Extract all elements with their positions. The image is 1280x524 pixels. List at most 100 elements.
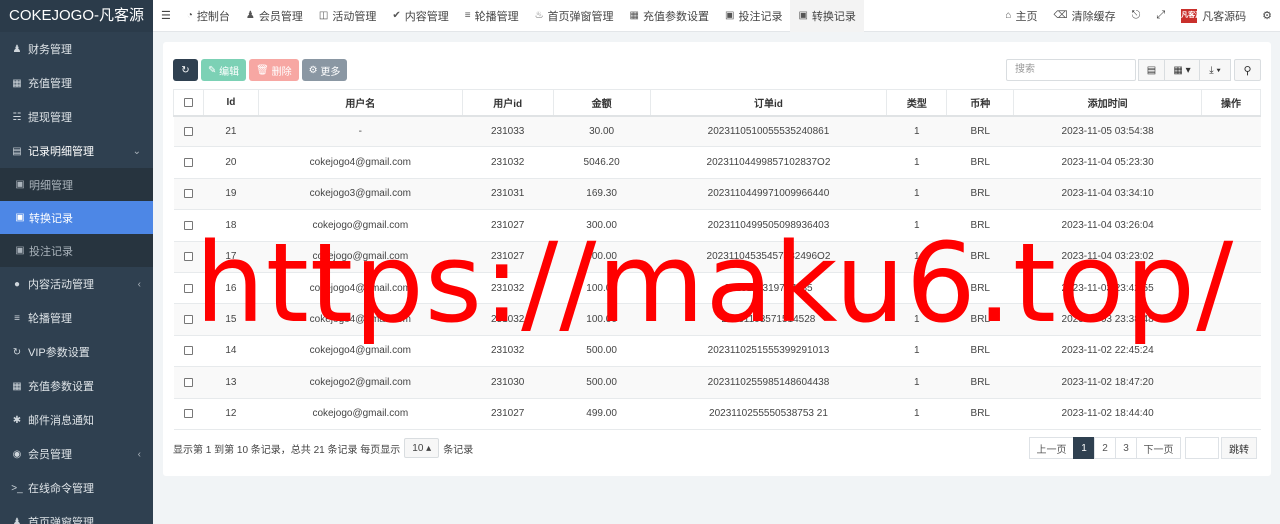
download-icon: ⤓ ▾	[1209, 64, 1221, 76]
next-page-button[interactable]: 下一页	[1136, 437, 1181, 459]
jump-page-input[interactable]	[1185, 437, 1219, 459]
delete-button[interactable]: 🗑 删除	[249, 59, 299, 81]
tab-popup[interactable]: ♨ 首页弹窗管理	[527, 0, 622, 32]
cell-actions	[1201, 146, 1261, 179]
user-menu[interactable]: 凡客源 凡客源码	[1173, 0, 1254, 32]
header-id[interactable]: Id	[202, 89, 259, 117]
toggle-view-button[interactable]: ▤	[1138, 59, 1165, 81]
header-user-id[interactable]: 用户id	[461, 89, 554, 117]
header-order-id[interactable]: 订单id	[649, 89, 888, 117]
row-checkbox[interactable]	[183, 346, 193, 356]
sidebar-subitem-details[interactable]: ▣ 明细管理	[0, 168, 153, 201]
advanced-search-button[interactable]: ⚲	[1234, 59, 1261, 81]
row-checkbox[interactable]	[183, 314, 193, 324]
cell-type: 1	[886, 303, 947, 336]
table-row[interactable]: 16 cokejogo4@gmail.com 231032 100.00 2023110…	[173, 271, 1261, 305]
sidebar-item-vip[interactable]: ↻ VIP参数设置	[0, 335, 153, 369]
tab-activities[interactable]: ◫ 活动管理	[311, 0, 384, 32]
cell-created-at: 2023-11-03 23:42:55	[1013, 271, 1202, 305]
table-row[interactable]: 13 cokejogo2@gmail.com 231030 500.00 2023110…	[173, 366, 1261, 399]
menu-toggle-button[interactable]: ☰	[153, 0, 179, 32]
tab-members[interactable]: ♟ 会员管理	[238, 0, 311, 32]
sidebar-item-email[interactable]: ✱ 邮件消息通知	[0, 403, 153, 437]
refresh-button[interactable]: ↻	[173, 59, 198, 81]
table-row[interactable]: 14 cokejogo4@gmail.com 231032 500.00 2023110…	[173, 334, 1261, 368]
clear-cache-link[interactable]: ⌫ 清除缓存	[1045, 0, 1123, 32]
tab-content[interactable]: ✔ 内容管理	[384, 0, 456, 32]
table-row[interactable]: 17 cokejogo@gmail.com 231027 300.00 20231104…	[173, 240, 1261, 273]
row-select-cell[interactable]	[173, 240, 204, 273]
row-select-cell[interactable]	[173, 271, 204, 305]
cell-created-at: 2023-11-04 05:23:30	[1013, 146, 1202, 179]
select-all-cell[interactable]	[173, 89, 204, 117]
header-currency[interactable]: 币种	[946, 89, 1015, 117]
table-row[interactable]: 12 cokejogo@gmail.com 231027 499.00 20231102…	[173, 397, 1261, 430]
more-button[interactable]: ⚙ 更多	[301, 59, 348, 81]
header-created-at[interactable]: 添加时间	[1013, 89, 1202, 117]
table-row[interactable]: 20 cokejogo4@gmail.com 231032 5046.20 202311…	[173, 146, 1261, 179]
page-1-button[interactable]: 1	[1073, 437, 1095, 459]
cell-user-id: 231032	[462, 271, 554, 305]
header-type[interactable]: 类型	[886, 89, 948, 117]
page-3-button[interactable]: 3	[1115, 437, 1137, 459]
sidebar-item-recharge[interactable]: ▦ 充值管理	[0, 66, 153, 100]
cell-amount: 169.30	[553, 177, 651, 211]
row-checkbox[interactable]	[183, 126, 193, 136]
sidebar-item-recharge-params[interactable]: ▦ 充值参数设置	[0, 369, 153, 403]
row-checkbox[interactable]	[183, 157, 193, 167]
sidebar-item-members[interactable]: ◉ 会员管理 ‹	[0, 437, 153, 471]
cell-type: 1	[886, 271, 947, 305]
row-checkbox[interactable]	[183, 220, 193, 230]
header-amount[interactable]: 金额	[552, 89, 651, 117]
sidebar-item-commands[interactable]: >_ 在线命令管理	[0, 471, 153, 505]
table-row[interactable]: 18 cokejogo@gmail.com 231027 300.00 20231104…	[173, 209, 1261, 242]
row-checkbox[interactable]	[183, 377, 193, 387]
search-input[interactable]: 搜索	[1006, 59, 1136, 81]
table-row[interactable]: 21-231033 30.00 2023110510055535240861 1 BRL…	[173, 114, 1261, 148]
cell-currency: BRL	[946, 209, 1014, 242]
sidebar-item-label: 邮件消息通知	[28, 415, 94, 427]
row-select-cell[interactable]	[173, 177, 204, 211]
row-checkbox[interactable]	[183, 189, 193, 199]
sidebar-item-popup[interactable]: ♟ 首页弹窗管理	[0, 505, 153, 524]
tab-carousel[interactable]: ≡ 轮播管理	[457, 0, 527, 32]
chart-icon: ▤	[12, 145, 22, 157]
fullscreen-button[interactable]: ⤢	[1148, 0, 1173, 32]
sidebar-item-withdraw[interactable]: ☵ 提现管理	[0, 100, 153, 134]
row-select-cell[interactable]	[173, 366, 204, 399]
tab-recharge-params[interactable]: ▦ 充值参数设置	[622, 0, 717, 32]
sidebar-item-carousel[interactable]: ≡ 轮播管理	[0, 301, 153, 335]
export-button[interactable]: ⤓ ▾	[1199, 59, 1231, 81]
jump-button[interactable]: 跳转	[1221, 437, 1257, 459]
settings-button[interactable]: ⚙	[1254, 0, 1280, 32]
row-select-cell[interactable]	[173, 397, 204, 430]
row-checkbox[interactable]	[183, 409, 193, 419]
page-2-button[interactable]: 2	[1094, 437, 1116, 459]
translate-button[interactable]: ⎋	[1124, 0, 1149, 32]
sidebar-item-finance[interactable]: ♟ 财务管理	[0, 32, 153, 66]
columns-button[interactable]: ▦ ▾	[1164, 59, 1200, 81]
cell-actions	[1201, 177, 1261, 211]
table-row[interactable]: 15 cokejogo4@gmail.com 231032 100.00 2023110…	[173, 303, 1261, 336]
page-size-select[interactable]: 10 ▴	[404, 438, 440, 458]
row-checkbox[interactable]	[183, 283, 193, 293]
row-select-cell[interactable]	[173, 303, 204, 336]
row-checkbox[interactable]	[183, 252, 193, 262]
home-link[interactable]: ⌂ 主页	[997, 0, 1045, 32]
select-all-checkbox[interactable]	[183, 97, 193, 107]
tab-dashboard[interactable]: ◔ 控制台	[179, 0, 238, 32]
sidebar-item-content-activity[interactable]: ● 内容活动管理 ‹	[0, 267, 153, 301]
row-select-cell[interactable]	[173, 114, 204, 148]
table-row[interactable]: 19 cokejogo3@gmail.com 231031 169.30 2023110…	[173, 177, 1261, 211]
edit-button[interactable]: ✎ 编辑	[201, 59, 247, 81]
row-select-cell[interactable]	[173, 209, 204, 242]
sidebar-subitem-conversion[interactable]: ▣ 转换记录	[0, 201, 153, 234]
tab-conversion[interactable]: ▣ 转换记录	[790, 0, 864, 32]
prev-page-button[interactable]: 上一页	[1029, 437, 1074, 459]
header-username[interactable]: 用户名	[257, 89, 463, 117]
sidebar-item-records[interactable]: ▤ 记录明细管理 ⌄	[0, 134, 153, 168]
sidebar-subitem-bets[interactable]: ▣ 投注记录	[0, 234, 153, 267]
tab-bets[interactable]: ▣ 投注记录	[717, 0, 790, 32]
row-select-cell[interactable]	[173, 334, 204, 368]
row-select-cell[interactable]	[173, 146, 204, 179]
